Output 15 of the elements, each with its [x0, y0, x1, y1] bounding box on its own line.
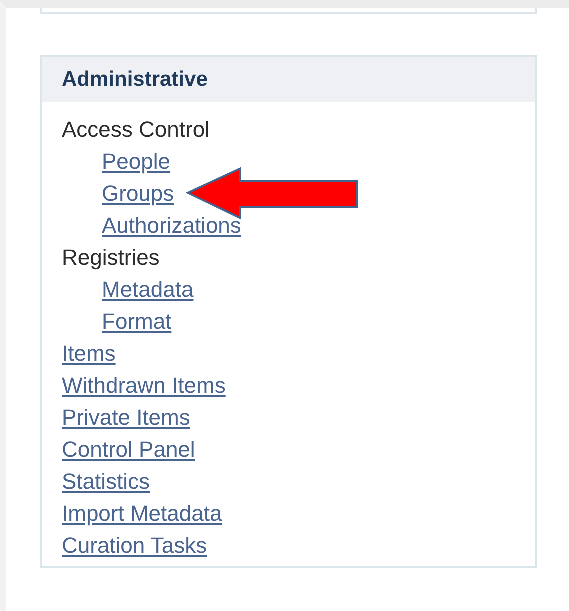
menu-link[interactable]: Statistics [62, 466, 150, 498]
menu-link[interactable]: Groups [102, 178, 174, 210]
menu-link[interactable]: Authorizations [102, 210, 242, 242]
menu-link[interactable]: Curation Tasks [62, 530, 208, 562]
section-label: Access Control [62, 116, 210, 144]
menu-link[interactable]: Withdrawn Items [62, 370, 226, 402]
menu-link[interactable]: Private Items [62, 402, 190, 434]
menu-link[interactable]: Import Metadata [62, 498, 222, 530]
menu-link[interactable]: People [102, 146, 171, 178]
menu-link[interactable]: Control Panel [62, 434, 196, 466]
menu-link[interactable]: Format [102, 306, 172, 338]
panel-title: Administrative [62, 68, 208, 92]
section-label: Registries [62, 244, 160, 272]
menu-link[interactable]: Metadata [102, 274, 194, 306]
menu-link[interactable]: Items [62, 338, 116, 370]
